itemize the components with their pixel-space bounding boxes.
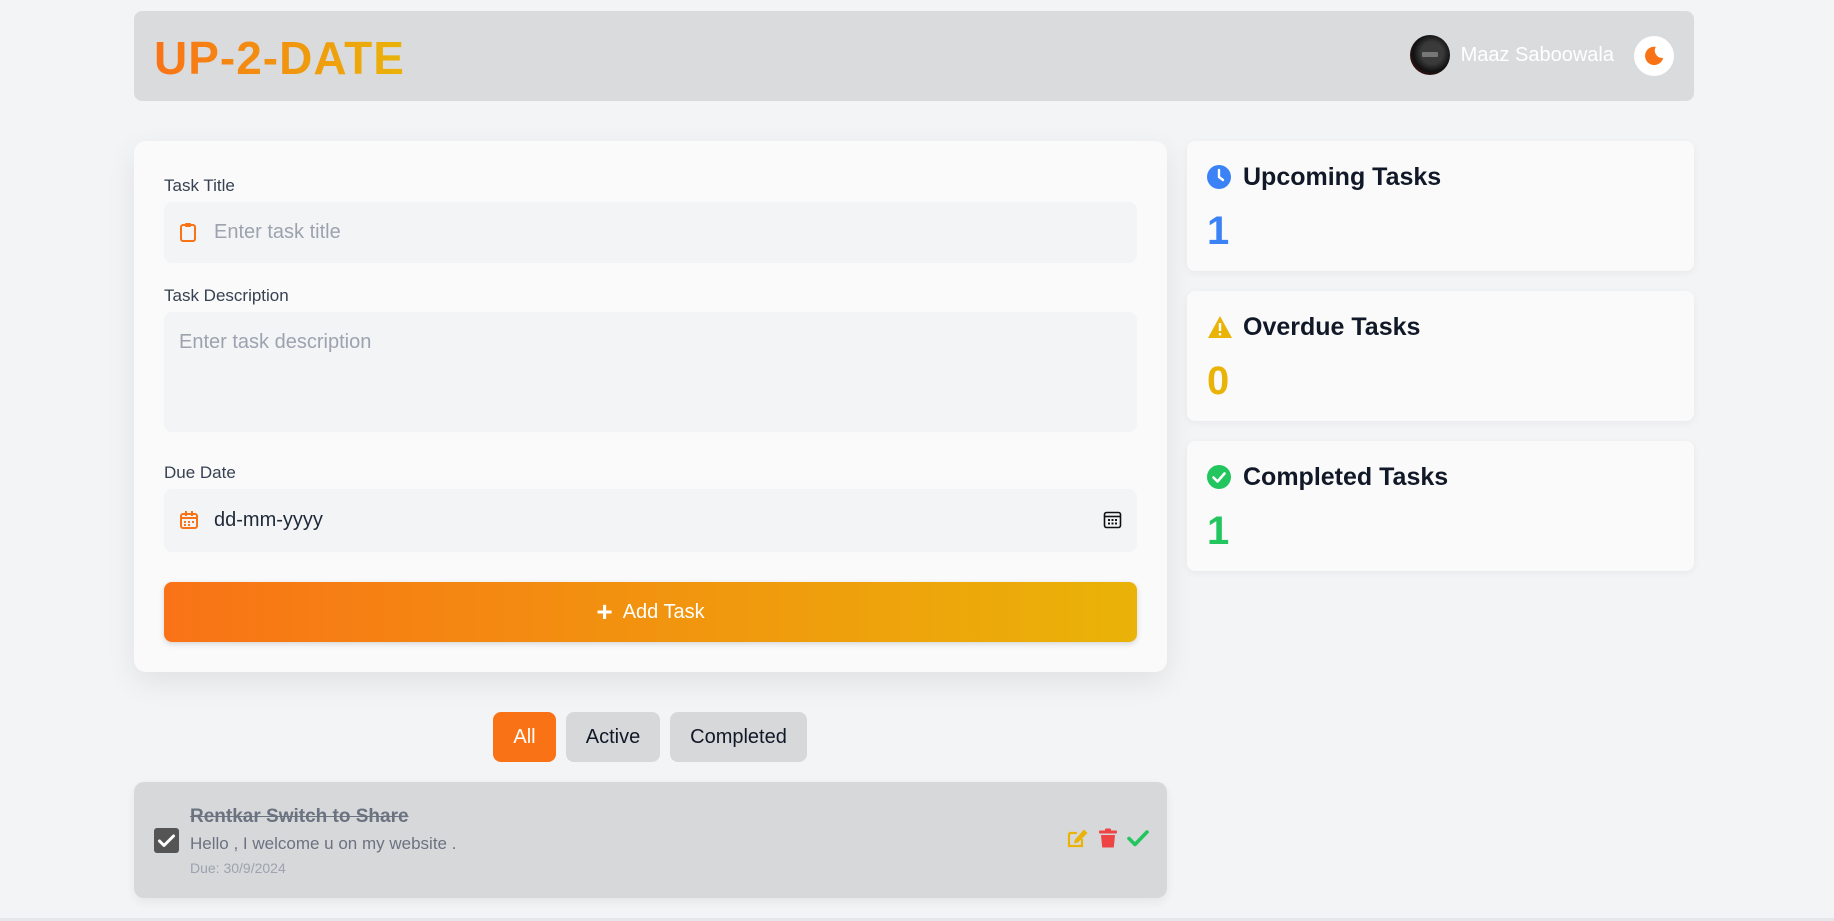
overdue-tasks-label: Overdue Tasks	[1243, 313, 1421, 341]
add-task-label: Add Task	[622, 600, 705, 623]
due-date-label: Due Date	[164, 463, 236, 482]
task-title-input[interactable]: Enter task title	[164, 202, 1137, 263]
calendar-icon	[180, 511, 198, 529]
task-title-label: Task Title	[164, 176, 235, 195]
trash-icon[interactable]	[1098, 828, 1118, 848]
completed-tasks-card: Completed Tasks 1	[1187, 441, 1694, 571]
warning-icon	[1208, 316, 1232, 338]
add-task-button[interactable]: + Add Task	[164, 582, 1137, 642]
theme-toggle-button[interactable]	[1634, 36, 1674, 76]
task-item: Rentkar Switch to Share Hello , I welcom…	[134, 782, 1167, 898]
check-circle-icon	[1207, 465, 1231, 489]
clock-icon	[1207, 165, 1231, 189]
plus-icon: +	[596, 596, 613, 627]
user-profile[interactable]: Maaz Saboowala	[1409, 35, 1614, 75]
task-description: Hello , I welcome u on my website .	[190, 834, 457, 853]
filter-all-button[interactable]: All	[493, 712, 556, 762]
overdue-tasks-count: 0	[1207, 359, 1230, 403]
edit-icon[interactable]	[1067, 828, 1089, 848]
filter-active-button[interactable]: Active	[566, 712, 660, 762]
task-complete-checkbox[interactable]	[154, 828, 179, 853]
upcoming-tasks-card: Upcoming Tasks 1	[1187, 141, 1694, 271]
completed-tasks-label: Completed Tasks	[1243, 463, 1449, 491]
completed-tasks-count: 1	[1207, 509, 1230, 553]
avatar[interactable]	[1409, 35, 1450, 75]
app-header: UP-2-DATE Maaz Saboowala	[134, 11, 1694, 101]
task-title: Rentkar Switch to Share	[190, 806, 409, 827]
task-description-label: Task Description	[164, 286, 289, 305]
upcoming-tasks-label: Upcoming Tasks	[1243, 163, 1442, 191]
moon-icon	[1645, 46, 1664, 66]
checkmark-icon	[158, 834, 175, 847]
upcoming-tasks-count: 1	[1207, 209, 1230, 253]
clipboard-icon	[180, 223, 196, 242]
task-description-placeholder: Enter task description	[179, 331, 372, 353]
calendar-picker-icon[interactable]	[1103, 510, 1122, 529]
user-name: Maaz Saboowala	[1460, 43, 1614, 66]
due-date-value: dd-mm-yyyy	[214, 509, 323, 531]
app-logo: UP-2-DATE	[154, 32, 405, 84]
task-description-input[interactable]: Enter task description	[164, 312, 1137, 432]
task-actions	[1067, 828, 1149, 848]
task-title-placeholder: Enter task title	[214, 221, 341, 243]
filter-completed-button[interactable]: Completed	[670, 712, 807, 762]
mark-complete-icon[interactable]	[1127, 828, 1149, 848]
due-date-input[interactable]: dd-mm-yyyy	[164, 489, 1137, 552]
task-due-date: Due: 30/9/2024	[190, 860, 286, 876]
overdue-tasks-card: Overdue Tasks 0	[1187, 291, 1694, 421]
task-form: Task Title Enter task title Task Descrip…	[134, 141, 1167, 672]
